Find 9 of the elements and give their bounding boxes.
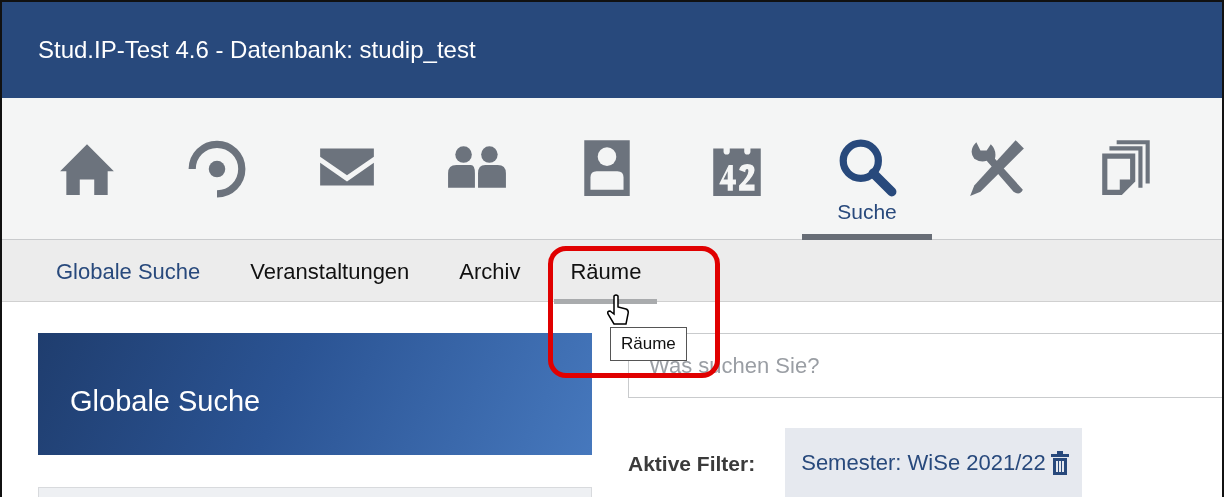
sub-nav-tab[interactable]: Veranstaltungen <box>250 245 410 304</box>
filter-chip[interactable]: Semester: WiSe 2021/22 <box>785 428 1082 497</box>
sub-nav-tab[interactable]: Archiv <box>459 245 521 304</box>
window-title: Stud.IP-Test 4.6 - Datenbank: studip_test <box>38 36 476 64</box>
filter-text: Semester: WiSe 2021/22 <box>801 450 1046 476</box>
sidebar-title: Globale Suche <box>70 384 261 418</box>
sub-nav-tab[interactable]: Globale Suche <box>56 245 201 304</box>
active-filter-label: Aktive Filter: <box>628 452 756 476</box>
tooltip: Räume <box>610 327 687 361</box>
